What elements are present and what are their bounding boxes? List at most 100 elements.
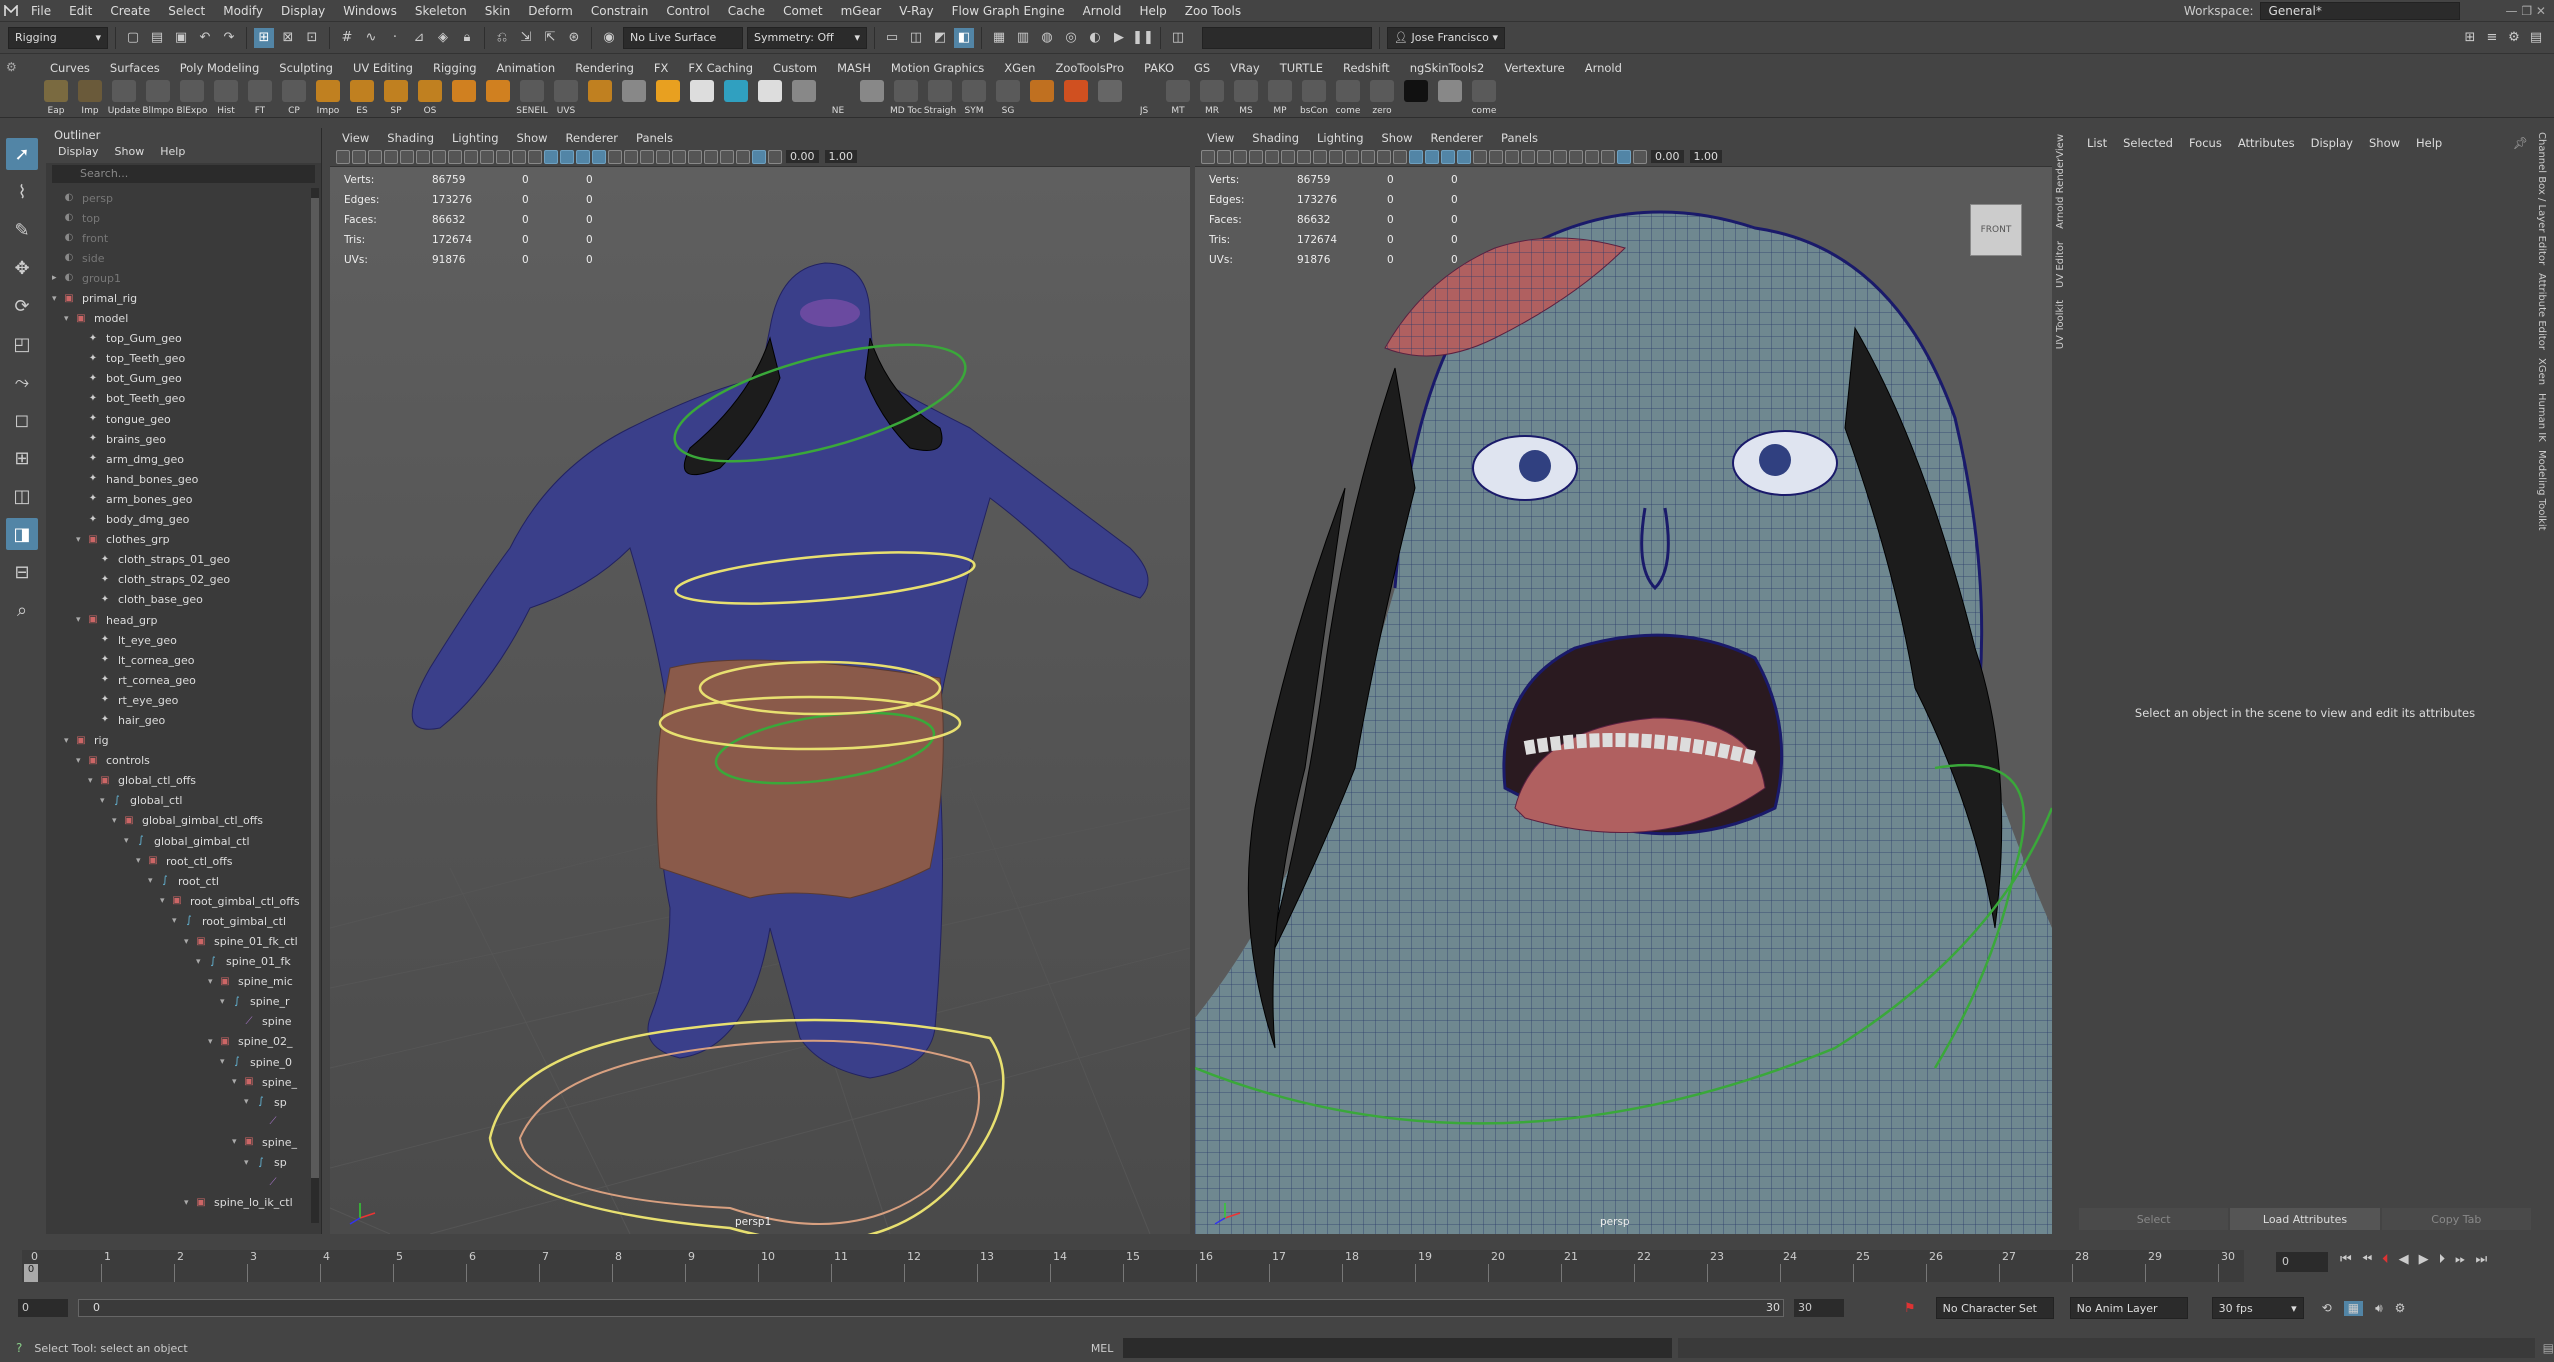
viewport-right[interactable]: View Shading Lighting Show Renderer Panels 0.… bbox=[1195, 128, 2052, 1234]
shelf-button[interactable] bbox=[1060, 79, 1092, 116]
shelf-button[interactable]: MP bbox=[1264, 79, 1296, 116]
play-icon[interactable]: ▶ bbox=[1109, 28, 1129, 48]
expand-toggle-icon[interactable]: ▾ bbox=[160, 896, 170, 906]
shelf-button[interactable]: MS bbox=[1230, 79, 1262, 116]
menu-item-modify[interactable]: Modify bbox=[214, 4, 272, 18]
grease-pencil-icon[interactable] bbox=[1281, 149, 1295, 164]
expand-toggle-icon[interactable]: ▾ bbox=[184, 937, 194, 947]
script-language-label[interactable]: MEL bbox=[1091, 1342, 1114, 1355]
shelf-tab-turtle[interactable]: TURTLE bbox=[1270, 61, 1333, 75]
select-camera-icon[interactable] bbox=[336, 149, 350, 164]
shelf-tab-ngskintools2[interactable]: ngSkinTools2 bbox=[1400, 61, 1495, 75]
shelf-tab-rendering[interactable]: Rendering bbox=[565, 61, 644, 75]
motion-blur-icon[interactable] bbox=[656, 149, 670, 164]
layout-single-icon[interactable]: ◻ bbox=[6, 404, 38, 436]
expand-toggle-icon[interactable]: ▾ bbox=[100, 796, 110, 806]
expand-toggle-icon[interactable]: ▾ bbox=[208, 977, 218, 987]
right-tab-human-ik[interactable]: Human IK bbox=[2536, 389, 2547, 446]
vray-render-icon[interactable]: ◎ bbox=[1061, 28, 1081, 48]
shelf-button[interactable]: SG bbox=[992, 79, 1024, 116]
outliner-row[interactable]: ✦ lt_eye_geo bbox=[46, 630, 308, 650]
step-forward-icon[interactable]: ⏩︎ bbox=[2455, 1252, 2465, 1267]
select-object-icon[interactable]: ⊠ bbox=[278, 28, 298, 48]
menu-item-mgear[interactable]: mGear bbox=[832, 4, 891, 18]
sidebar-toggle-icon[interactable]: ◫ bbox=[1168, 28, 1188, 48]
outliner-row[interactable]: ✦ cloth_straps_02_geo bbox=[46, 570, 308, 590]
outliner-row[interactable]: ▾ ▣ spine_02_ bbox=[46, 1032, 308, 1052]
go-to-start-icon[interactable]: ⏮ bbox=[2340, 1252, 2352, 1267]
outliner-row[interactable]: ▾ ▣ spine_ bbox=[46, 1132, 308, 1152]
redo-icon[interactable]: ↷ bbox=[219, 28, 239, 48]
outliner-row[interactable]: ▾ ▣ root_gimbal_ctl_offs bbox=[46, 891, 308, 911]
outliner-row[interactable]: ▾ ∫ global_ctl bbox=[46, 791, 308, 811]
shelf-tab-gs[interactable]: GS bbox=[1184, 61, 1220, 75]
expand-toggle-icon[interactable]: ▾ bbox=[232, 1077, 242, 1087]
live-surface-icon[interactable]: ◉ bbox=[599, 28, 619, 48]
shelf-button[interactable]: come bbox=[1468, 79, 1500, 116]
isolate-icon[interactable] bbox=[1617, 149, 1631, 164]
outliner-row[interactable]: ✦ hand_bones_geo bbox=[46, 469, 308, 489]
character-set-dropdown[interactable]: No Character Set bbox=[1935, 1297, 2054, 1319]
shelf-button[interactable]: MD Toc bbox=[890, 79, 922, 116]
shelf-button[interactable] bbox=[448, 79, 480, 116]
shelf-button[interactable] bbox=[652, 79, 684, 116]
outliner-row[interactable]: ▾ ∫ sp bbox=[46, 1153, 308, 1173]
shelf-button[interactable]: CP bbox=[278, 79, 310, 116]
menu-item-skeleton[interactable]: Skeleton bbox=[406, 4, 476, 18]
exposure-icon[interactable] bbox=[1633, 149, 1647, 164]
shelf-button[interactable]: MR bbox=[1196, 79, 1228, 116]
menu-item-flow-graph-engine[interactable]: Flow Graph Engine bbox=[943, 4, 1074, 18]
viewport-menu-panels[interactable]: Panels bbox=[1501, 131, 1538, 145]
snap-plane-icon[interactable]: ⊿ bbox=[409, 28, 429, 48]
workspace-dropdown[interactable]: General* bbox=[2259, 2, 2460, 20]
lock-icon[interactable]: 🔒︎ bbox=[457, 28, 477, 48]
render-settings-icon[interactable]: ◧ bbox=[954, 27, 974, 48]
ae-menu-list[interactable]: List bbox=[2087, 136, 2107, 150]
shelf-button[interactable] bbox=[788, 79, 820, 116]
outliner-row[interactable]: ▾ ▣ global_ctl_offs bbox=[46, 771, 308, 791]
expand-toggle-icon[interactable]: ▾ bbox=[136, 856, 146, 866]
snap-point-icon[interactable]: · bbox=[385, 28, 405, 48]
shelf-tab-arnold[interactable]: Arnold bbox=[1575, 61, 1632, 75]
xray-active-icon[interactable] bbox=[1585, 149, 1599, 164]
tool-settings-icon[interactable]: ⚙ bbox=[2504, 28, 2524, 48]
quick-search-input[interactable] bbox=[1202, 26, 1372, 49]
menu-item-deform[interactable]: Deform bbox=[519, 4, 582, 18]
outliner-row[interactable]: ▾ ∫ spine_0 bbox=[46, 1052, 308, 1072]
input-ops-icon[interactable]: ⇲ bbox=[516, 28, 536, 48]
expand-toggle-icon[interactable]: ▾ bbox=[124, 836, 134, 846]
outliner-row[interactable]: ▾ ▣ root_ctl_offs bbox=[46, 851, 308, 871]
smooth-shade-icon[interactable] bbox=[1425, 149, 1439, 164]
menu-item-comet[interactable]: Comet bbox=[774, 4, 832, 18]
bookmarks-icon[interactable] bbox=[368, 149, 382, 164]
expand-toggle-icon[interactable]: ▾ bbox=[52, 294, 62, 304]
outliner-menu-help[interactable]: Help bbox=[160, 145, 185, 163]
shelf-button[interactable]: SYM bbox=[958, 79, 990, 116]
outliner-row[interactable]: ✦ cloth_base_geo bbox=[46, 590, 308, 610]
expand-toggle-icon[interactable]: ▾ bbox=[196, 957, 206, 967]
outliner-row[interactable]: ✦ top_Teeth_geo bbox=[46, 349, 308, 369]
menu-item-arnold[interactable]: Arnold bbox=[1074, 4, 1131, 18]
shelf-tab-mash[interactable]: MASH bbox=[827, 61, 881, 75]
fps-dropdown[interactable]: 30 fps ▾ bbox=[2211, 1297, 2304, 1319]
shelf-tab-fx-caching[interactable]: FX Caching bbox=[678, 61, 763, 75]
right-tab-attribute-editor[interactable]: Attribute Editor bbox=[2536, 269, 2547, 354]
expand-toggle-icon[interactable]: ▾ bbox=[232, 1137, 242, 1147]
snap-curve-icon[interactable]: ∿ bbox=[361, 28, 381, 48]
layout-side-icon[interactable]: ◫ bbox=[6, 480, 38, 512]
ae-menu-help[interactable]: Help bbox=[2416, 136, 2442, 150]
script-editor-icon[interactable]: ▤ bbox=[2543, 1341, 2554, 1355]
xray-icon[interactable] bbox=[688, 149, 702, 164]
shelf-button[interactable]: come bbox=[1332, 79, 1364, 116]
outliner-row[interactable]: ⟋ bbox=[46, 1112, 308, 1132]
safe-action-icon[interactable] bbox=[512, 149, 526, 164]
ae-menu-show[interactable]: Show bbox=[2369, 136, 2400, 150]
shelf-button[interactable]: Imp bbox=[74, 79, 106, 116]
shelf-tab-xgen[interactable]: XGen bbox=[994, 61, 1045, 75]
shelf-button[interactable] bbox=[1094, 79, 1126, 116]
far-clip-field[interactable]: 1.00 bbox=[1689, 150, 1722, 163]
grid-icon[interactable] bbox=[1297, 149, 1311, 164]
resolution-gate-icon[interactable] bbox=[464, 149, 478, 164]
current-frame-marker[interactable]: 0 bbox=[24, 1264, 38, 1282]
shelf-tab-fx[interactable]: FX bbox=[644, 61, 679, 75]
